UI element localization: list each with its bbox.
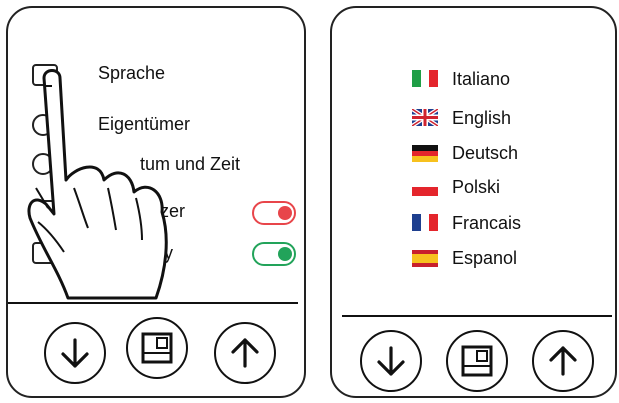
settings-menu-panel: Sprache Eigentümer tum und Zeit zer by [6,6,306,398]
up-arrow-icon [231,338,259,368]
language-francais[interactable]: Francais [452,213,521,234]
language-polski[interactable]: Polski [452,177,500,198]
germany-flag [412,145,438,162]
language-deutsch[interactable]: Deutsch [452,143,518,164]
owner-icon[interactable] [32,114,54,136]
down-button[interactable] [44,322,106,384]
language-icon[interactable] [32,64,58,86]
uk-flag [410,107,440,128]
menu-item-summer[interactable]: zer [160,201,185,222]
divider [8,302,298,304]
language-italiano[interactable]: Italiano [452,69,510,90]
down-arrow-icon [61,338,89,368]
menu-item-datum-und-zeit[interactable]: tum und Zeit [140,154,240,175]
language-english[interactable]: English [452,108,511,129]
standby-toggle[interactable] [252,242,296,266]
standby-icon[interactable] [32,242,58,264]
up-arrow-icon [549,346,577,376]
menu-item-standby[interactable]: by [154,243,173,264]
italy-flag [412,70,438,87]
menu-item-sprache[interactable]: Sprache [98,63,165,84]
buzzer-toggle[interactable] [252,201,296,225]
down-arrow-icon [377,346,405,376]
home-icon [461,345,493,377]
clock-icon[interactable] [32,153,54,175]
up-button[interactable] [214,322,276,384]
menu-item-eigentuemer[interactable]: Eigentümer [98,114,190,135]
divider [342,315,612,317]
spain-flag [412,250,438,267]
down-button[interactable] [360,330,422,392]
home-icon [141,332,173,364]
france-flag [412,214,438,231]
language-espanol[interactable]: Espanol [452,248,517,269]
up-button[interactable] [532,330,594,392]
home-button[interactable] [446,330,508,392]
poland-flag [412,179,438,196]
buzzer-icon[interactable] [32,200,58,222]
home-button[interactable] [126,317,188,379]
language-select-panel: Italiano English Deutsch Polski Francais… [330,6,617,398]
